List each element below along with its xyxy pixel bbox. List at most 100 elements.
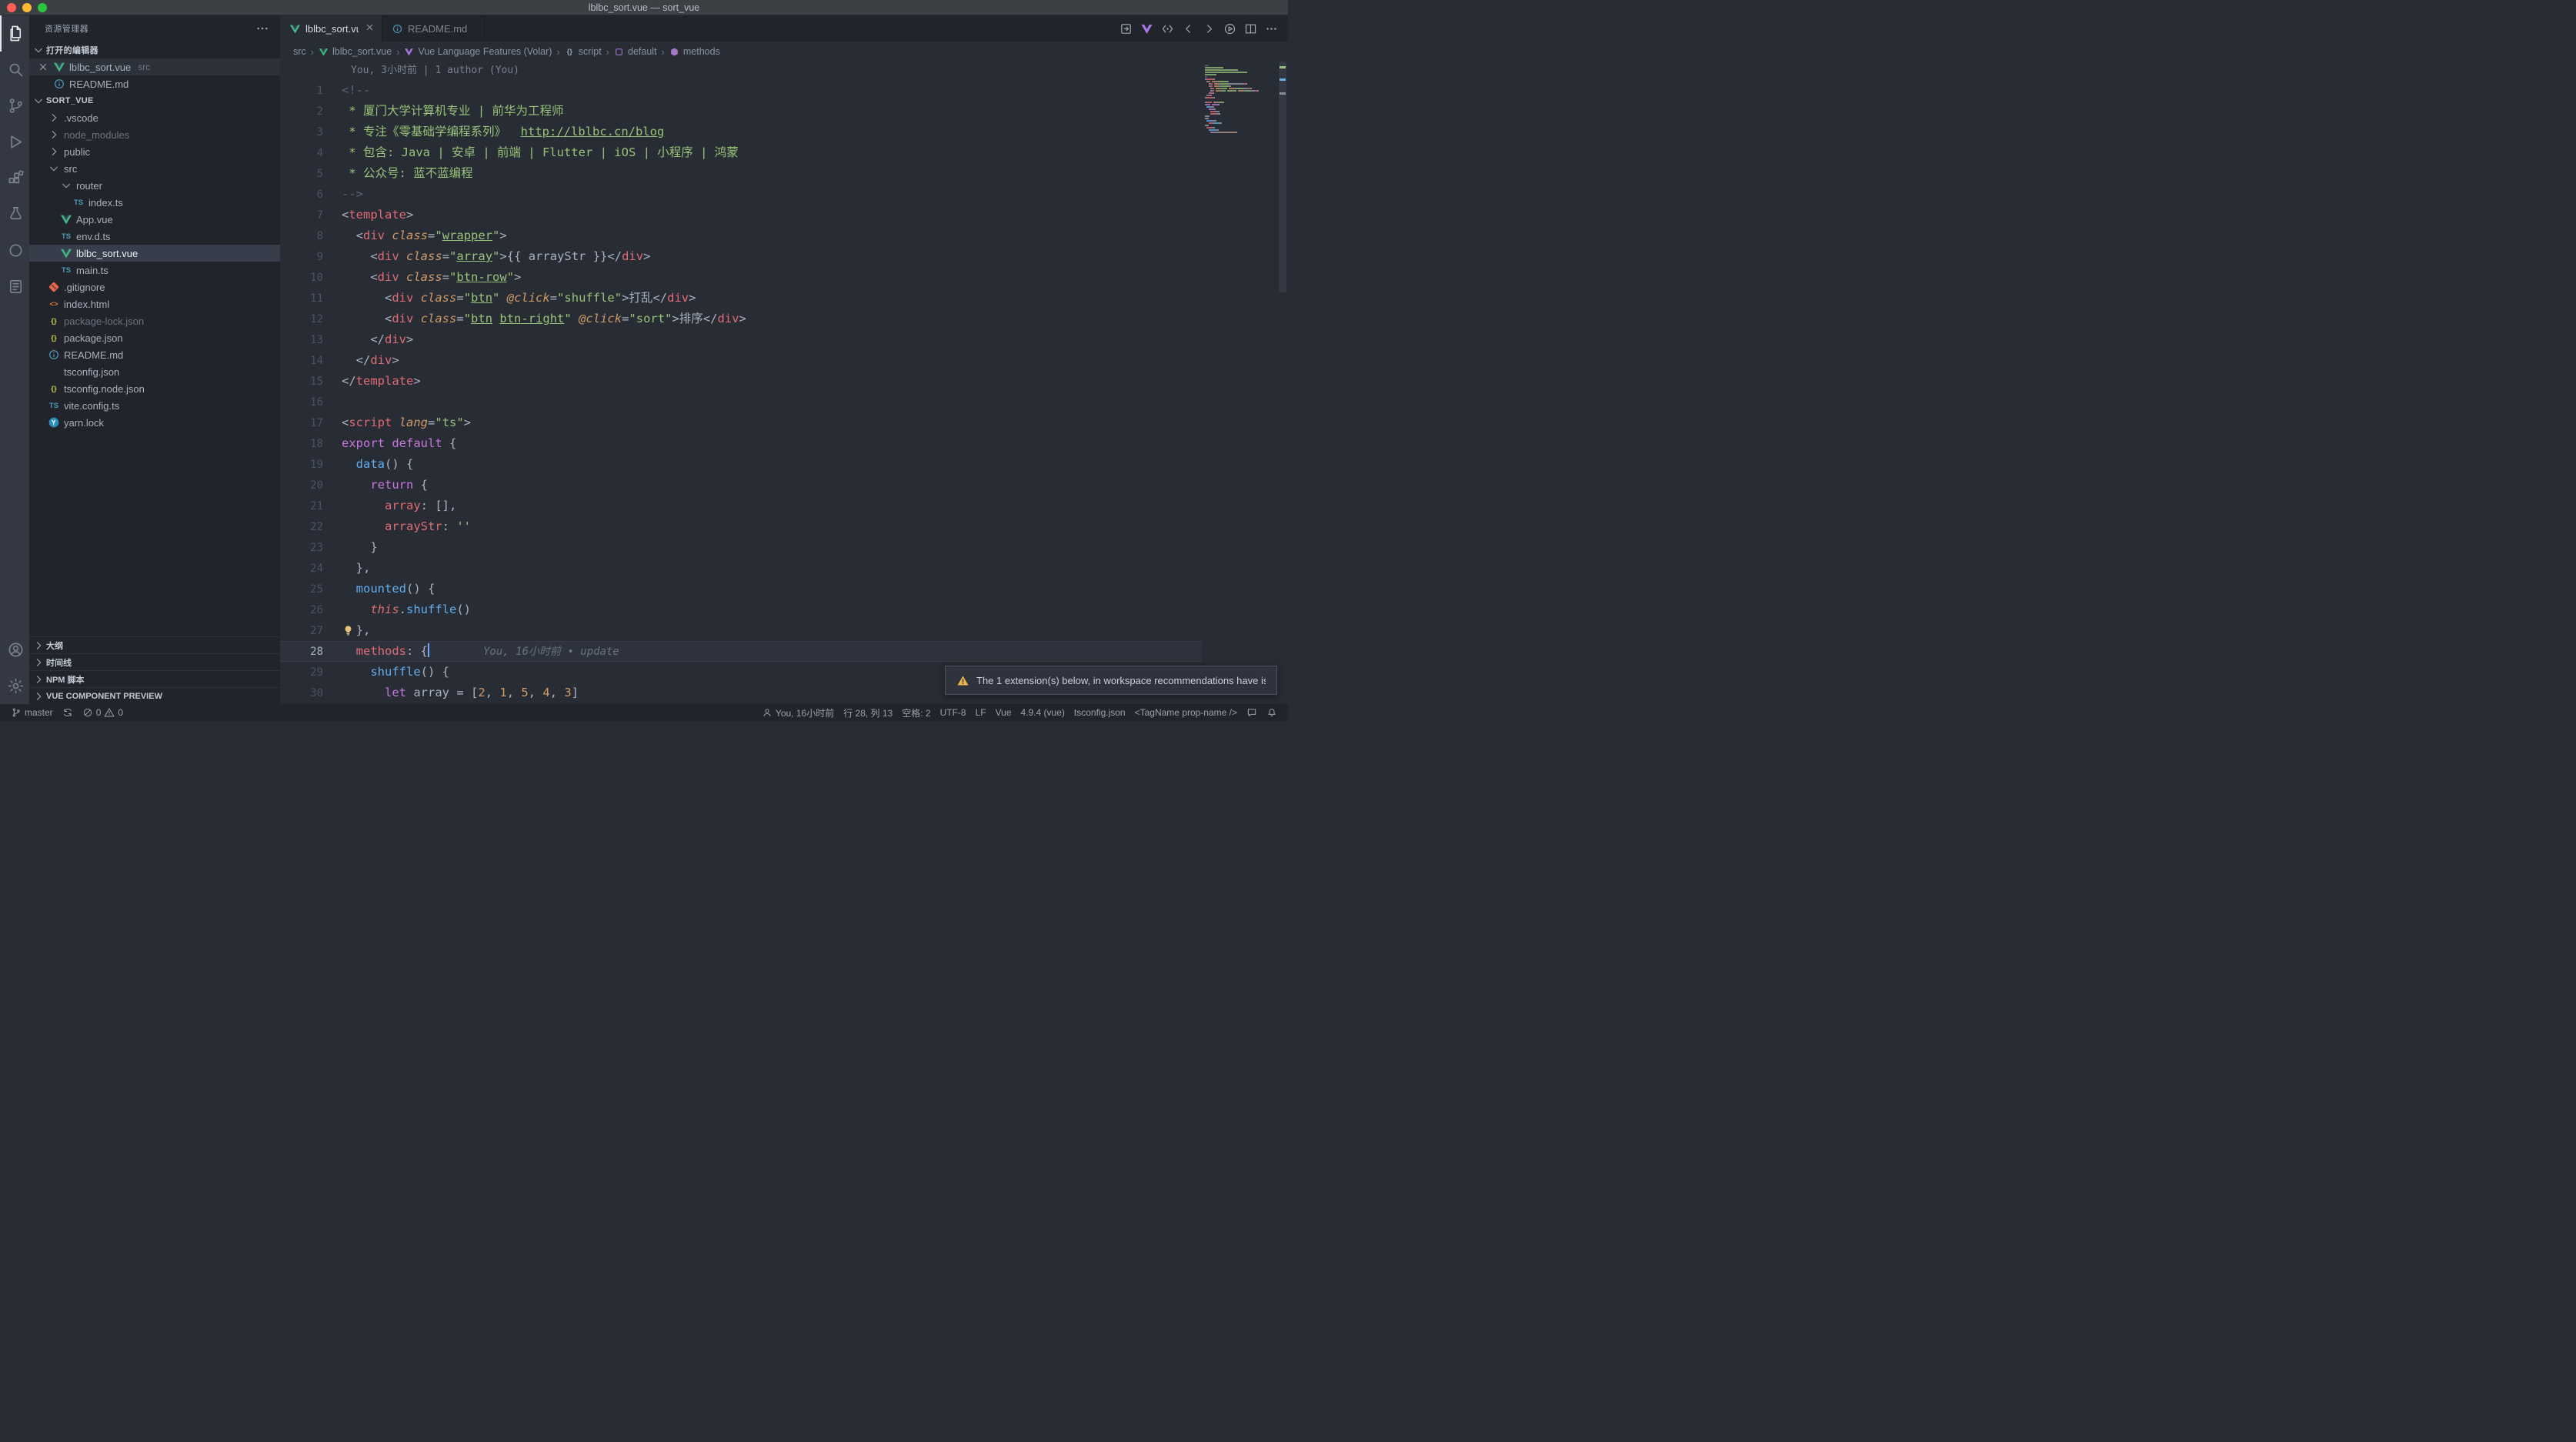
code-line-27[interactable]: 27 }, — [280, 620, 1202, 641]
activity-extensions[interactable] — [0, 160, 29, 196]
code-line-23[interactable]: 23 } — [280, 537, 1202, 558]
code-line-12[interactable]: 12 <div class="btn btn-right" @click="so… — [280, 309, 1202, 329]
status-git-branch[interactable]: master — [6, 704, 58, 721]
tree-item-tsconfig.node.json[interactable]: {}tsconfig.node.json — [29, 380, 280, 397]
code-line-24[interactable]: 24 }, — [280, 558, 1202, 579]
sidebar-section-outline[interactable]: 大纲 — [29, 636, 280, 653]
sidebar-section-timeline[interactable]: 时间线 — [29, 653, 280, 670]
status-cursor-position[interactable]: 行 28, 列 13 — [839, 704, 897, 721]
open-editor-lblbc_sort.vue[interactable]: lblbc_sort.vuesrc — [29, 58, 280, 75]
breadcrumb-Vue-Language-Features-Volar[interactable]: Vue Language Features (Volar) — [418, 46, 552, 57]
code-line-17[interactable]: 17<script lang="ts"> — [280, 412, 1202, 433]
activity-source-control[interactable] — [0, 88, 29, 124]
breadcrumb-src[interactable]: src — [293, 46, 306, 57]
code-line-1[interactable]: 1<!-- — [280, 80, 1202, 101]
code-line-2[interactable]: 2 * 厦门大学计算机专业 | 前华为工程师 — [280, 101, 1202, 122]
code-line-7[interactable]: 7<template> — [280, 205, 1202, 225]
status-language-mode[interactable]: Vue — [991, 704, 1016, 721]
breadcrumb-default[interactable]: default — [628, 46, 657, 57]
code-line-28[interactable]: 28 methods: {You, 16小时前 • update — [280, 641, 1202, 662]
status-sync[interactable] — [58, 704, 78, 721]
code-line-15[interactable]: 15</template> — [280, 371, 1202, 392]
activity-preview[interactable] — [0, 232, 29, 269]
run-button[interactable] — [1222, 21, 1237, 36]
status-problems[interactable]: 00 — [78, 704, 128, 721]
tree-item-router[interactable]: router — [29, 177, 280, 194]
code-line-13[interactable]: 13 </div> — [280, 329, 1202, 350]
volar-button[interactable] — [1139, 21, 1154, 36]
tree-item-index.ts[interactable]: TSindex.ts — [29, 194, 280, 211]
code-line-5[interactable]: 5 * 公众号: 蓝不蓝编程 — [280, 163, 1202, 184]
breadcrumb-methods[interactable]: methods — [683, 46, 720, 57]
zoom-window-button[interactable] — [38, 3, 47, 12]
code-line-25[interactable]: 25 mounted() { — [280, 579, 1202, 599]
nav-back-button[interactable] — [1180, 21, 1196, 36]
activity-search[interactable] — [0, 52, 29, 88]
git-codelens[interactable]: You, 3小时前 | 1 author (You) — [280, 62, 1202, 80]
activity-run-debug[interactable] — [0, 124, 29, 160]
overview-ruler[interactable] — [1277, 62, 1288, 704]
tree-item-README.md[interactable]: README.md — [29, 346, 280, 363]
code-line-26[interactable]: 26 this.shuffle() — [280, 599, 1202, 620]
tab-README.md[interactable]: README.md — [382, 15, 485, 42]
open-editors-header[interactable]: 打开的编辑器 — [29, 42, 280, 58]
tree-item-package.json[interactable]: {}package.json — [29, 329, 280, 346]
code-line-16[interactable]: 16 — [280, 392, 1202, 412]
scrollbar-thumb[interactable] — [1279, 62, 1286, 292]
close-editor-icon[interactable] — [37, 61, 49, 73]
code-line-3[interactable]: 3 * 专注《零基础学编程系列》 http://lblbc.cn/blog — [280, 122, 1202, 142]
tree-item-.gitignore[interactable]: .gitignore — [29, 279, 280, 295]
tree-item-public[interactable]: public — [29, 143, 280, 160]
activity-testing[interactable] — [0, 196, 29, 232]
component-preview-button[interactable] — [1160, 21, 1175, 36]
code-line-22[interactable]: 22 arrayStr: '' — [280, 516, 1202, 537]
tree-item-src[interactable]: src — [29, 160, 280, 177]
breadcrumb-script[interactable]: script — [579, 46, 602, 57]
split-editor-button[interactable] — [1243, 21, 1258, 36]
close-tab-icon[interactable] — [363, 22, 375, 35]
breadcrumb-lblbc_sort.vue[interactable]: lblbc_sort.vue — [332, 46, 392, 57]
code-line-11[interactable]: 11 <div class="btn" @click="shuffle">打乱<… — [280, 288, 1202, 309]
tree-item-.vscode[interactable]: .vscode — [29, 109, 280, 126]
sidebar-section-npm-scripts[interactable]: NPM 脚本 — [29, 670, 280, 687]
more-actions-icon[interactable] — [255, 22, 269, 35]
tree-item-vite.config.ts[interactable]: TSvite.config.ts — [29, 397, 280, 414]
more-actions-button[interactable] — [1263, 21, 1279, 36]
status-encoding[interactable]: UTF-8 — [936, 704, 971, 721]
code-line-4[interactable]: 4 * 包含: Java | 安卓 | 前端 | Flutter | iOS |… — [280, 142, 1202, 163]
tree-item-main.ts[interactable]: TSmain.ts — [29, 262, 280, 279]
code-line-14[interactable]: 14 </div> — [280, 350, 1202, 371]
tree-item-node_modules[interactable]: node_modules — [29, 126, 280, 143]
status-tag-casing[interactable]: <TagName prop-name /> — [1130, 704, 1242, 721]
lightbulb-icon[interactable] — [342, 624, 355, 637]
status-feedback[interactable] — [1242, 704, 1262, 721]
tree-item-index.html[interactable]: <>index.html — [29, 295, 280, 312]
close-window-button[interactable] — [7, 3, 16, 12]
activity-account[interactable] — [0, 632, 29, 668]
tree-item-env.d.ts[interactable]: TSenv.d.ts — [29, 228, 280, 245]
tree-item-yarn.lock[interactable]: yarn.lock — [29, 414, 280, 431]
code-editor[interactable]: You, 3小时前 | 1 author (You)1<!--2 * 厦门大学计… — [280, 62, 1288, 704]
code-line-8[interactable]: 8 <div class="wrapper"> — [280, 225, 1202, 246]
minimap[interactable] — [1205, 65, 1276, 134]
code-line-21[interactable]: 21 array: [], — [280, 496, 1202, 516]
open-changes-button[interactable] — [1118, 21, 1133, 36]
status-git-blame[interactable]: You, 16小时前 — [757, 704, 839, 721]
notification-toast[interactable]: The 1 extension(s) below, in workspace r… — [945, 666, 1277, 695]
code-line-9[interactable]: 9 <div class="array">{{ arrayStr }}</div… — [280, 246, 1202, 267]
status-indentation[interactable]: 空格: 2 — [897, 704, 935, 721]
open-editor-README.md[interactable]: README.md — [29, 75, 280, 92]
activity-settings[interactable] — [0, 668, 29, 704]
code-line-10[interactable]: 10 <div class="btn-row"> — [280, 267, 1202, 288]
code-line-6[interactable]: 6--> — [280, 184, 1202, 205]
tree-item-lblbc_sort.vue[interactable]: lblbc_sort.vue — [29, 245, 280, 262]
tab-lblbc_sort.vue[interactable]: lblbc_sort.vue — [280, 15, 382, 42]
tree-item-tsconfig.json[interactable]: tsconfig.json — [29, 363, 280, 380]
minimize-window-button[interactable] — [22, 3, 32, 12]
code-line-19[interactable]: 19 data() { — [280, 454, 1202, 475]
activity-notebook[interactable] — [0, 269, 29, 305]
status-notifications[interactable] — [1262, 704, 1282, 721]
project-root-header[interactable]: SORT_VUE — [29, 92, 280, 109]
code-line-18[interactable]: 18export default { — [280, 433, 1202, 454]
status-tsconfig[interactable]: tsconfig.json — [1069, 704, 1130, 721]
